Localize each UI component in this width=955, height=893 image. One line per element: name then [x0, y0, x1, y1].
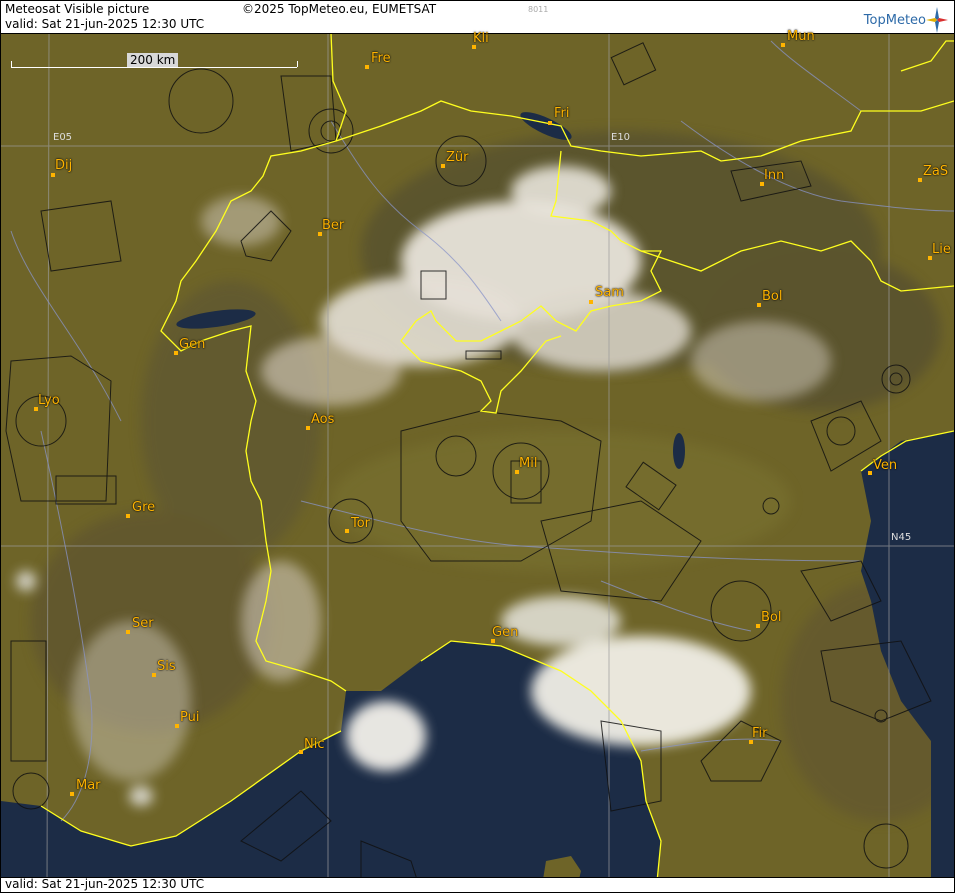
scale-tick-left: [11, 61, 12, 67]
city-dot: [345, 529, 349, 533]
topmeteo-logo[interactable]: TopMeteo: [864, 7, 948, 33]
city-label: Zür: [446, 150, 469, 165]
city-dot: [306, 426, 310, 430]
scale-bar: 200 km: [11, 53, 299, 71]
city-label: Ser: [132, 616, 154, 631]
city-label: Mil: [519, 456, 538, 471]
city-label: Pui: [180, 710, 200, 725]
scale-line: [11, 67, 297, 68]
city-label: Dij: [55, 158, 73, 173]
grid-label-e10: E10: [611, 132, 631, 143]
po-valley: [331, 431, 791, 571]
city-label: Mar: [76, 778, 101, 793]
city-dot: [441, 164, 445, 168]
compass-icon: [926, 7, 948, 33]
city-dot: [51, 173, 55, 177]
city-dot: [152, 673, 156, 677]
city-label: Sam: [595, 285, 624, 300]
footer: valid: Sat 21-jun-2025 12:30 UTC: [1, 877, 954, 892]
grid-label-e05: E05: [53, 132, 73, 143]
city-dot: [868, 471, 872, 475]
city-label: Kli: [473, 31, 489, 46]
city-label: Bol: [762, 289, 783, 304]
city-label: Nic: [304, 737, 325, 752]
city-dot: [757, 303, 761, 307]
city-label: Gre: [132, 500, 156, 515]
city-dot: [548, 121, 552, 125]
city-label: Ber: [322, 218, 345, 233]
scale-tick-right: [297, 61, 298, 67]
city-label: Sis: [157, 659, 176, 674]
footer-valid-time: valid: Sat 21-jun-2025 12:30 UTC: [5, 877, 205, 891]
logo-text: TopMeteo: [863, 12, 926, 28]
city-label: Fre: [371, 51, 391, 66]
city-label: Gen: [492, 625, 519, 640]
city-label: Lyo: [38, 393, 60, 408]
city-dot: [756, 624, 760, 628]
city-label: Aos: [311, 412, 335, 427]
city-label: Fri: [554, 106, 570, 121]
city-label: Fir: [752, 726, 768, 741]
map-title: Meteosat Visible picture: [5, 2, 150, 16]
satellite-map: [1, 1, 954, 892]
city-dot: [70, 792, 74, 796]
city-dot: [126, 514, 130, 518]
city-dot: [299, 750, 303, 754]
city-dot: [781, 43, 785, 47]
city-label: Bol: [761, 610, 782, 625]
city-dot: [589, 300, 593, 304]
city-label: ZaS: [923, 164, 949, 179]
city-dot: [175, 724, 179, 728]
city-label: Mun: [787, 29, 815, 44]
copyright: ©2025 TopMeteo.eu, EUMETSAT: [242, 2, 437, 16]
lake-garda: [673, 433, 685, 469]
city-label: Gen: [179, 337, 206, 352]
city-label: Lie: [932, 242, 951, 257]
image-code: 8011: [528, 5, 549, 14]
city-label: Tor: [351, 516, 371, 531]
map-frame: Meteosat Visible picture valid: Sat 21-j…: [0, 0, 955, 893]
city-label: Inn: [764, 168, 785, 183]
scale-label: 200 km: [127, 53, 179, 67]
city-dot: [365, 65, 369, 69]
city-dot: [126, 630, 130, 634]
city-dot: [918, 178, 922, 182]
city-label: Ven: [873, 458, 898, 473]
valid-time: valid: Sat 21-jun-2025 12:30 UTC: [5, 17, 205, 31]
grid-label-n45: N45: [891, 532, 912, 543]
city-dot: [174, 351, 178, 355]
